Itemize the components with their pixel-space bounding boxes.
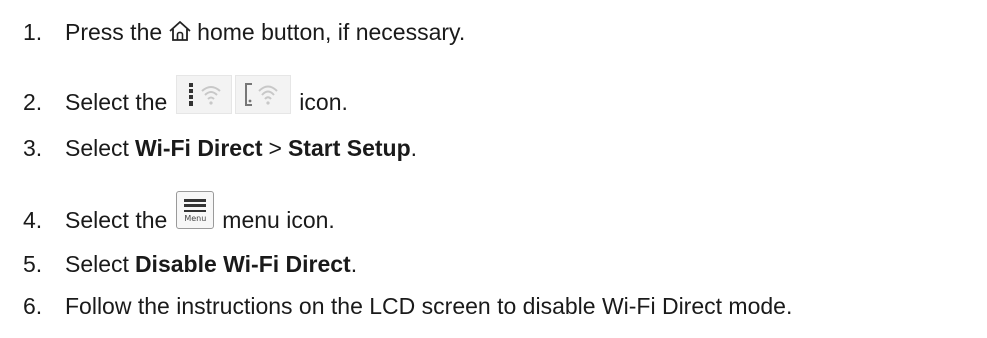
- menu-icon-label: Menu: [184, 214, 207, 223]
- step-number: 1.: [23, 18, 43, 45]
- step-6: 6. Follow the instructions on the LCD sc…: [23, 286, 792, 326]
- wifi-status-icons: [176, 74, 292, 114]
- step-5: 5. Select Disable Wi-Fi Direct.: [23, 244, 357, 284]
- step-text: .: [350, 250, 358, 277]
- step-text: Select: [65, 134, 129, 161]
- menu-separator: >: [268, 134, 282, 161]
- menu-icon: Menu: [176, 191, 215, 229]
- ui-label-disable-wifi-direct: Disable Wi-Fi Direct: [134, 250, 351, 277]
- step-text: .: [410, 134, 418, 161]
- ui-label-wifi-direct: Wi-Fi Direct: [134, 134, 263, 161]
- wifi-signal-icon: [176, 74, 233, 114]
- ui-label-start-setup: Start Setup: [287, 134, 411, 161]
- step-number: 5.: [23, 250, 43, 277]
- step-text: Follow the instructions on the LCD scree…: [65, 292, 793, 319]
- step-number: 3.: [23, 134, 43, 161]
- step-3: 3. Select Wi-Fi Direct > Start Setup.: [23, 128, 417, 168]
- step-text: menu icon.: [222, 206, 335, 233]
- step-number: 6.: [23, 292, 43, 319]
- step-1: 1. Press the home button, if necessary.: [23, 12, 465, 52]
- step-text: Select the: [65, 206, 168, 233]
- step-number: 4.: [23, 206, 43, 233]
- step-4: 4. Select the Menu menu icon.: [23, 191, 335, 240]
- step-text: Select the: [65, 88, 168, 115]
- step-number: 2.: [23, 88, 43, 115]
- step-text: Select: [65, 250, 129, 277]
- instruction-steps: 1. Press the home button, if necessary. …: [0, 0, 987, 338]
- step-text: home button, if necessary.: [197, 18, 466, 45]
- wifi-direct-icon: [235, 74, 292, 114]
- hamburger-icon: [184, 199, 207, 212]
- home-icon: [169, 21, 191, 41]
- step-text: Press the: [65, 18, 163, 45]
- step-2: 2. Select the icon.: [23, 74, 348, 122]
- step-text: icon.: [299, 88, 348, 115]
